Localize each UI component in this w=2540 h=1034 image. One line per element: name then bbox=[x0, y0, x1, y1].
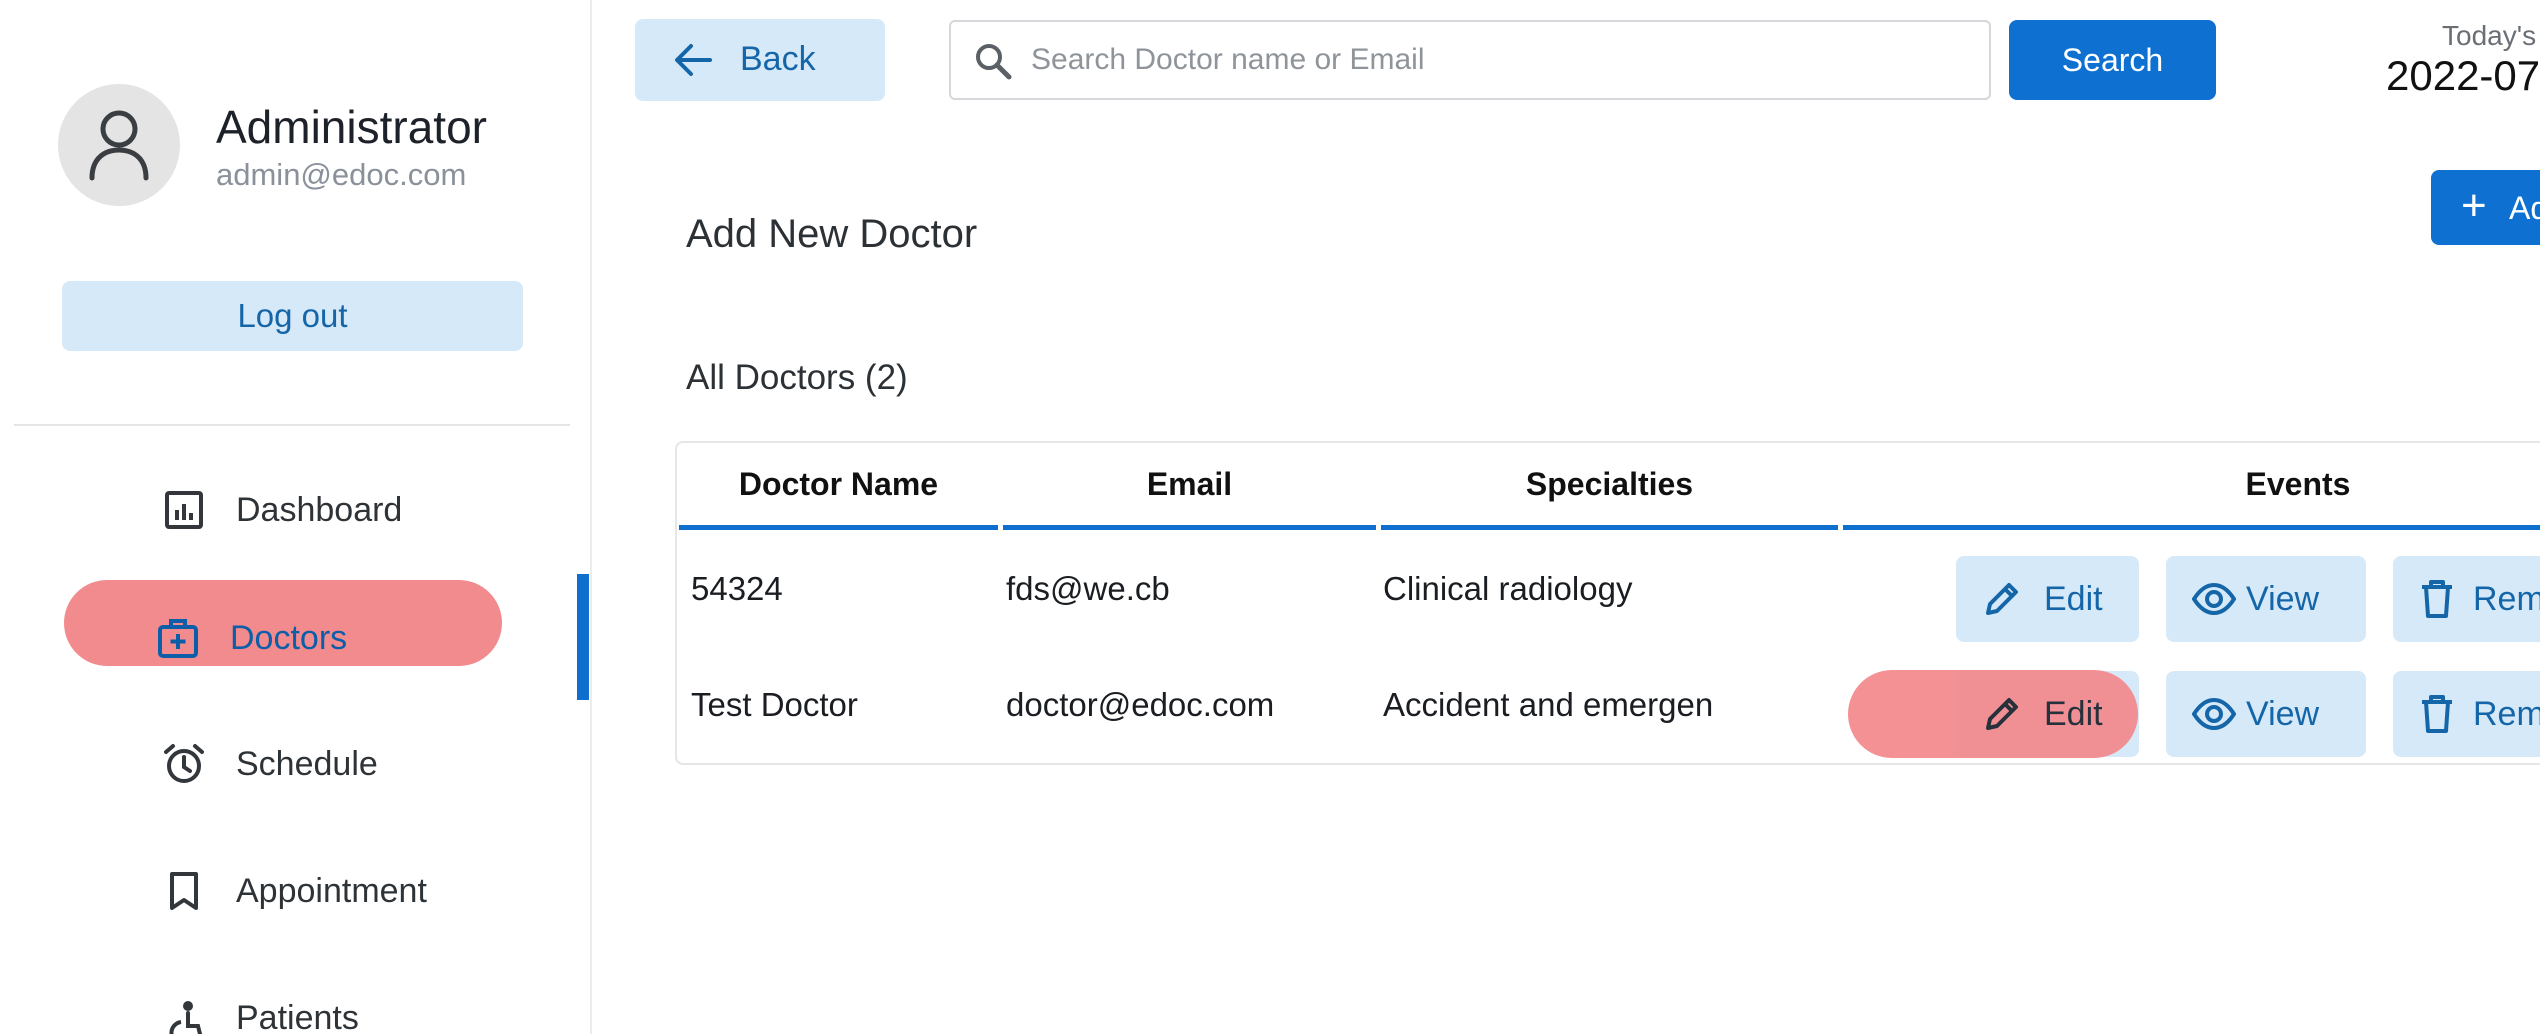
cell-email: doctor@edoc.com bbox=[1006, 686, 1275, 723]
search-button[interactable]: Search bbox=[2009, 20, 2216, 100]
profile-email: admin@edoc.com bbox=[216, 157, 467, 192]
sidebar-item-label: Appointment bbox=[236, 871, 427, 910]
cell-doctor-name: 54324 bbox=[691, 570, 783, 607]
sidebar-item-appointment[interactable]: Appointment bbox=[0, 843, 590, 939]
cell-specialty: Accident and emergen bbox=[1383, 686, 1714, 723]
sidebar-item-label: Patients bbox=[236, 998, 359, 1034]
sidebar-item-patients[interactable]: Patients bbox=[0, 970, 590, 1034]
column-header-email: Email bbox=[1146, 466, 1233, 502]
column-header-events: Events bbox=[2245, 466, 2351, 502]
back-button[interactable]: Back bbox=[635, 19, 885, 101]
date-value: 2022-07 bbox=[2386, 52, 2540, 99]
search-icon bbox=[973, 41, 1013, 86]
remove-button[interactable]: Remove bbox=[2393, 556, 2540, 642]
sidebar-item-label: Doctors bbox=[230, 618, 348, 657]
alarm-clock-icon bbox=[158, 738, 210, 790]
page-title: Add New Doctor bbox=[686, 212, 978, 256]
plus-icon: + bbox=[2461, 181, 2487, 230]
column-underline bbox=[679, 525, 998, 530]
cell-specialty: Clinical radiology bbox=[1383, 570, 1633, 607]
cell-email: fds@we.cb bbox=[1006, 570, 1170, 607]
bookmark-icon bbox=[158, 865, 210, 917]
sidebar-divider bbox=[14, 424, 570, 426]
sidebar-item-label: Schedule bbox=[236, 744, 378, 783]
avatar bbox=[58, 84, 180, 206]
view-label: View bbox=[2246, 580, 2320, 618]
edit-label: Edit bbox=[2044, 580, 2103, 618]
eye-icon bbox=[2191, 694, 2237, 743]
trash-icon bbox=[2419, 579, 2455, 628]
date-label: Today's Date bbox=[2442, 20, 2540, 51]
column-underline bbox=[1003, 525, 1376, 530]
edit-label: Edit bbox=[2044, 695, 2103, 733]
add-new-doctor-button[interactable]: + Add New bbox=[2431, 170, 2540, 245]
column-underline bbox=[1843, 525, 2540, 530]
search-input[interactable] bbox=[1031, 32, 1971, 88]
section-title: All Doctors (2) bbox=[686, 358, 908, 397]
remove-button[interactable]: Remove bbox=[2393, 671, 2540, 757]
column-header-specialties: Specialties bbox=[1525, 466, 1694, 502]
user-icon bbox=[89, 110, 149, 181]
add-new-button-label: Add New bbox=[2509, 190, 2540, 226]
sidebar-item-schedule[interactable]: Schedule bbox=[0, 716, 590, 812]
sidebar-item-label: Dashboard bbox=[236, 490, 403, 529]
profile-name: Administrator bbox=[216, 101, 487, 153]
view-button[interactable]: View bbox=[2166, 671, 2366, 757]
sidebar-item-doctors[interactable]: Doctors bbox=[0, 590, 590, 686]
column-header-doctor-name: Doctor Name bbox=[738, 466, 939, 502]
medical-bag-icon bbox=[152, 612, 204, 664]
dashboard-icon bbox=[158, 484, 210, 536]
remove-label: Remove bbox=[2473, 695, 2540, 733]
trash-icon bbox=[2419, 694, 2455, 743]
view-label: View bbox=[2246, 695, 2320, 733]
edit-button[interactable]: Edit bbox=[1956, 556, 2139, 642]
sidebar: Administrator admin@edoc.com Log out Das… bbox=[0, 0, 592, 1034]
column-underline bbox=[1381, 525, 1838, 530]
cell-doctor-name: Test Doctor bbox=[691, 686, 858, 723]
view-button[interactable]: View bbox=[2166, 556, 2366, 642]
edit-button-overlay[interactable]: Edit bbox=[1956, 671, 2139, 757]
accessible-icon bbox=[158, 996, 210, 1034]
arrow-left-icon bbox=[673, 41, 713, 88]
pencil-icon bbox=[1982, 694, 2022, 743]
search-box bbox=[949, 20, 1991, 100]
sidebar-item-dashboard[interactable]: Dashboard bbox=[0, 462, 590, 558]
eye-icon bbox=[2191, 579, 2237, 628]
remove-label: Remove bbox=[2473, 580, 2540, 618]
logout-button[interactable]: Log out bbox=[62, 281, 523, 351]
back-button-label: Back bbox=[740, 40, 816, 78]
pencil-icon bbox=[1982, 579, 2022, 628]
